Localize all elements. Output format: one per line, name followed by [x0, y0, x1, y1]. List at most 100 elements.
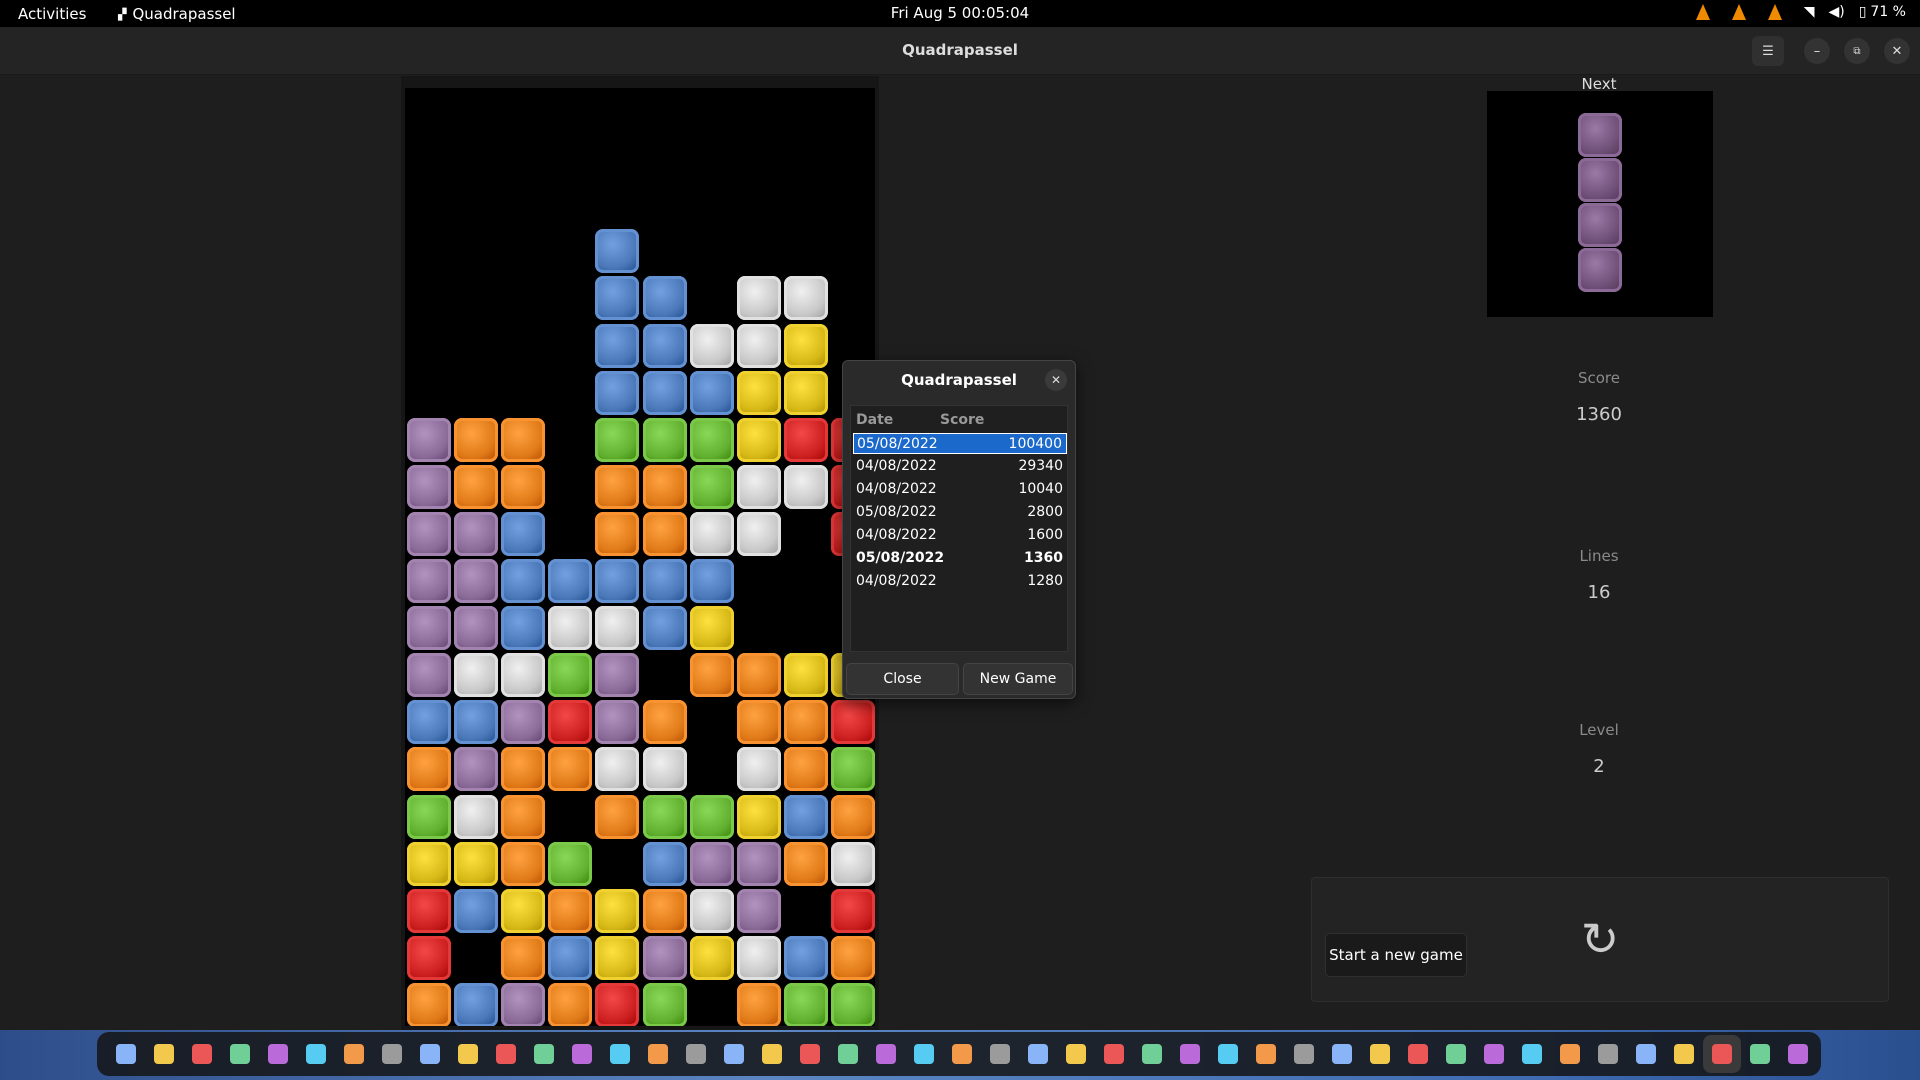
- folder-icon[interactable]: [981, 1035, 1019, 1073]
- level-value: 2: [1593, 756, 1605, 777]
- game-icon[interactable]: [1589, 1035, 1627, 1073]
- wifi-icon[interactable]: ◥: [1804, 4, 1815, 20]
- search-icon[interactable]: [297, 1035, 335, 1073]
- app-menu-label: Quadrapassel: [132, 5, 236, 23]
- table-row[interactable]: 04/08/2022 29340: [853, 456, 1067, 477]
- minimize-button[interactable]: –: [1804, 38, 1830, 64]
- terminal-icon[interactable]: [107, 1035, 145, 1073]
- cube-icon[interactable]: [867, 1035, 905, 1073]
- vlc-icon[interactable]: [487, 1035, 525, 1073]
- firefox-icon[interactable]: [449, 1035, 487, 1073]
- monitor-icon[interactable]: [715, 1035, 753, 1073]
- board-block: [454, 606, 499, 651]
- sheets-icon[interactable]: [373, 1035, 411, 1073]
- game-board[interactable]: [401, 76, 879, 1030]
- quadrapassel-icon[interactable]: [1703, 1035, 1741, 1073]
- window-icon[interactable]: [1361, 1035, 1399, 1073]
- word-icon-glyph: [1446, 1044, 1466, 1064]
- cards-icon[interactable]: [1513, 1035, 1551, 1073]
- drone-icon[interactable]: [791, 1035, 829, 1073]
- help-icon[interactable]: [677, 1035, 715, 1073]
- dialog-close-text-button[interactable]: Close: [846, 663, 959, 695]
- app-menu[interactable]: ▞ Quadrapassel: [118, 5, 236, 23]
- chat-icon[interactable]: [1627, 1035, 1665, 1073]
- disk-icon[interactable]: [753, 1035, 791, 1073]
- code-icon[interactable]: [1665, 1035, 1703, 1073]
- board-block: [642, 511, 687, 556]
- calc-icon[interactable]: [639, 1035, 677, 1073]
- editor-icon-glyph: [230, 1044, 250, 1064]
- book-icon[interactable]: [1019, 1035, 1057, 1073]
- files-icon[interactable]: [145, 1035, 183, 1073]
- board-block: [736, 464, 781, 509]
- board-block: [407, 888, 451, 933]
- next-piece-preview: [1487, 91, 1713, 317]
- board-block: [595, 700, 640, 745]
- chromium-icon[interactable]: [1399, 1035, 1437, 1073]
- vlc-tray-icon-2[interactable]: [1731, 4, 1746, 20]
- up-icon[interactable]: [829, 1035, 867, 1073]
- obs-icon[interactable]: [525, 1035, 563, 1073]
- board-block: [407, 794, 451, 839]
- table-row[interactable]: 05/08/2022 2800: [853, 502, 1067, 523]
- docs-icon[interactable]: [335, 1035, 373, 1073]
- table-row[interactable]: 05/08/2022 100400: [853, 433, 1067, 454]
- shell-icon[interactable]: [411, 1035, 449, 1073]
- calendar-icon[interactable]: [1057, 1035, 1095, 1073]
- apps-grid-icon[interactable]: [1779, 1035, 1817, 1073]
- system-tray[interactable]: ◥ ◀) ▯ 71 %: [1695, 4, 1906, 20]
- dialog-close-button[interactable]: ✕: [1045, 369, 1067, 391]
- chrome-icon[interactable]: [183, 1035, 221, 1073]
- table-row[interactable]: 04/08/2022 1280: [853, 571, 1067, 592]
- dialog-new-game-button[interactable]: New Game: [963, 663, 1073, 695]
- gift-icon[interactable]: [1323, 1035, 1361, 1073]
- steam-icon[interactable]: [1171, 1035, 1209, 1073]
- writer-icon[interactable]: [601, 1035, 639, 1073]
- window-icon-glyph: [1370, 1044, 1390, 1064]
- board-block: [407, 700, 451, 745]
- board-block: [454, 511, 499, 556]
- restart-icon[interactable]: ↻: [1577, 916, 1623, 962]
- camera-icon-glyph: [914, 1044, 934, 1064]
- menu-button[interactable]: ☰: [1752, 36, 1784, 66]
- editor-icon[interactable]: [221, 1035, 259, 1073]
- close-button[interactable]: ✕: [1884, 38, 1910, 64]
- store-icon[interactable]: [563, 1035, 601, 1073]
- word-icon[interactable]: [1437, 1035, 1475, 1073]
- battery-icon[interactable]: ▯: [1859, 4, 1867, 20]
- row-score: 1280: [1027, 573, 1063, 589]
- volume-icon[interactable]: ◀): [1828, 4, 1844, 20]
- notes-icon[interactable]: [259, 1035, 297, 1073]
- telegram-icon[interactable]: [1133, 1035, 1171, 1073]
- disk2-icon[interactable]: [1475, 1035, 1513, 1073]
- table-row[interactable]: 05/08/2022 1360: [853, 548, 1067, 569]
- trash-icon[interactable]: [1741, 1035, 1779, 1073]
- table-row[interactable]: 04/08/2022 10040: [853, 479, 1067, 500]
- board-block: [454, 747, 499, 792]
- scores-table[interactable]: Date Score 05/08/2022 100400 04/08/2022 293…: [850, 405, 1068, 652]
- spreadsheet-icon[interactable]: [943, 1035, 981, 1073]
- top-bar: Activities ▞ Quadrapassel Fri Aug 5 00:0…: [0, 0, 1920, 27]
- clock[interactable]: Fri Aug 5 00:05:04: [891, 4, 1029, 22]
- vlc-tray-icon-3[interactable]: [1767, 4, 1782, 20]
- pdf-icon[interactable]: [1209, 1035, 1247, 1073]
- camera-icon[interactable]: [905, 1035, 943, 1073]
- table-row[interactable]: 04/08/2022 1600: [853, 525, 1067, 546]
- vlc-tray-icon[interactable]: [1695, 4, 1710, 20]
- maximize-button[interactable]: ⧉: [1844, 38, 1870, 64]
- start-new-game-button[interactable]: Start a new game: [1325, 933, 1467, 977]
- record-icon[interactable]: [1285, 1035, 1323, 1073]
- board-block: [501, 653, 546, 698]
- discord-icon[interactable]: [1095, 1035, 1133, 1073]
- board-block: [642, 935, 687, 980]
- tool-icon[interactable]: [1551, 1035, 1589, 1073]
- row-date: 04/08/2022: [856, 527, 937, 543]
- activities-button[interactable]: Activities: [18, 5, 86, 23]
- record-icon-glyph: [1294, 1044, 1314, 1064]
- date-column-header[interactable]: Date: [856, 412, 893, 428]
- board-block: [783, 464, 828, 509]
- row-score: 1360: [1024, 550, 1063, 566]
- percent-icon[interactable]: [1247, 1035, 1285, 1073]
- score-column-header[interactable]: Score: [940, 412, 984, 428]
- cards-icon-glyph: [1522, 1044, 1542, 1064]
